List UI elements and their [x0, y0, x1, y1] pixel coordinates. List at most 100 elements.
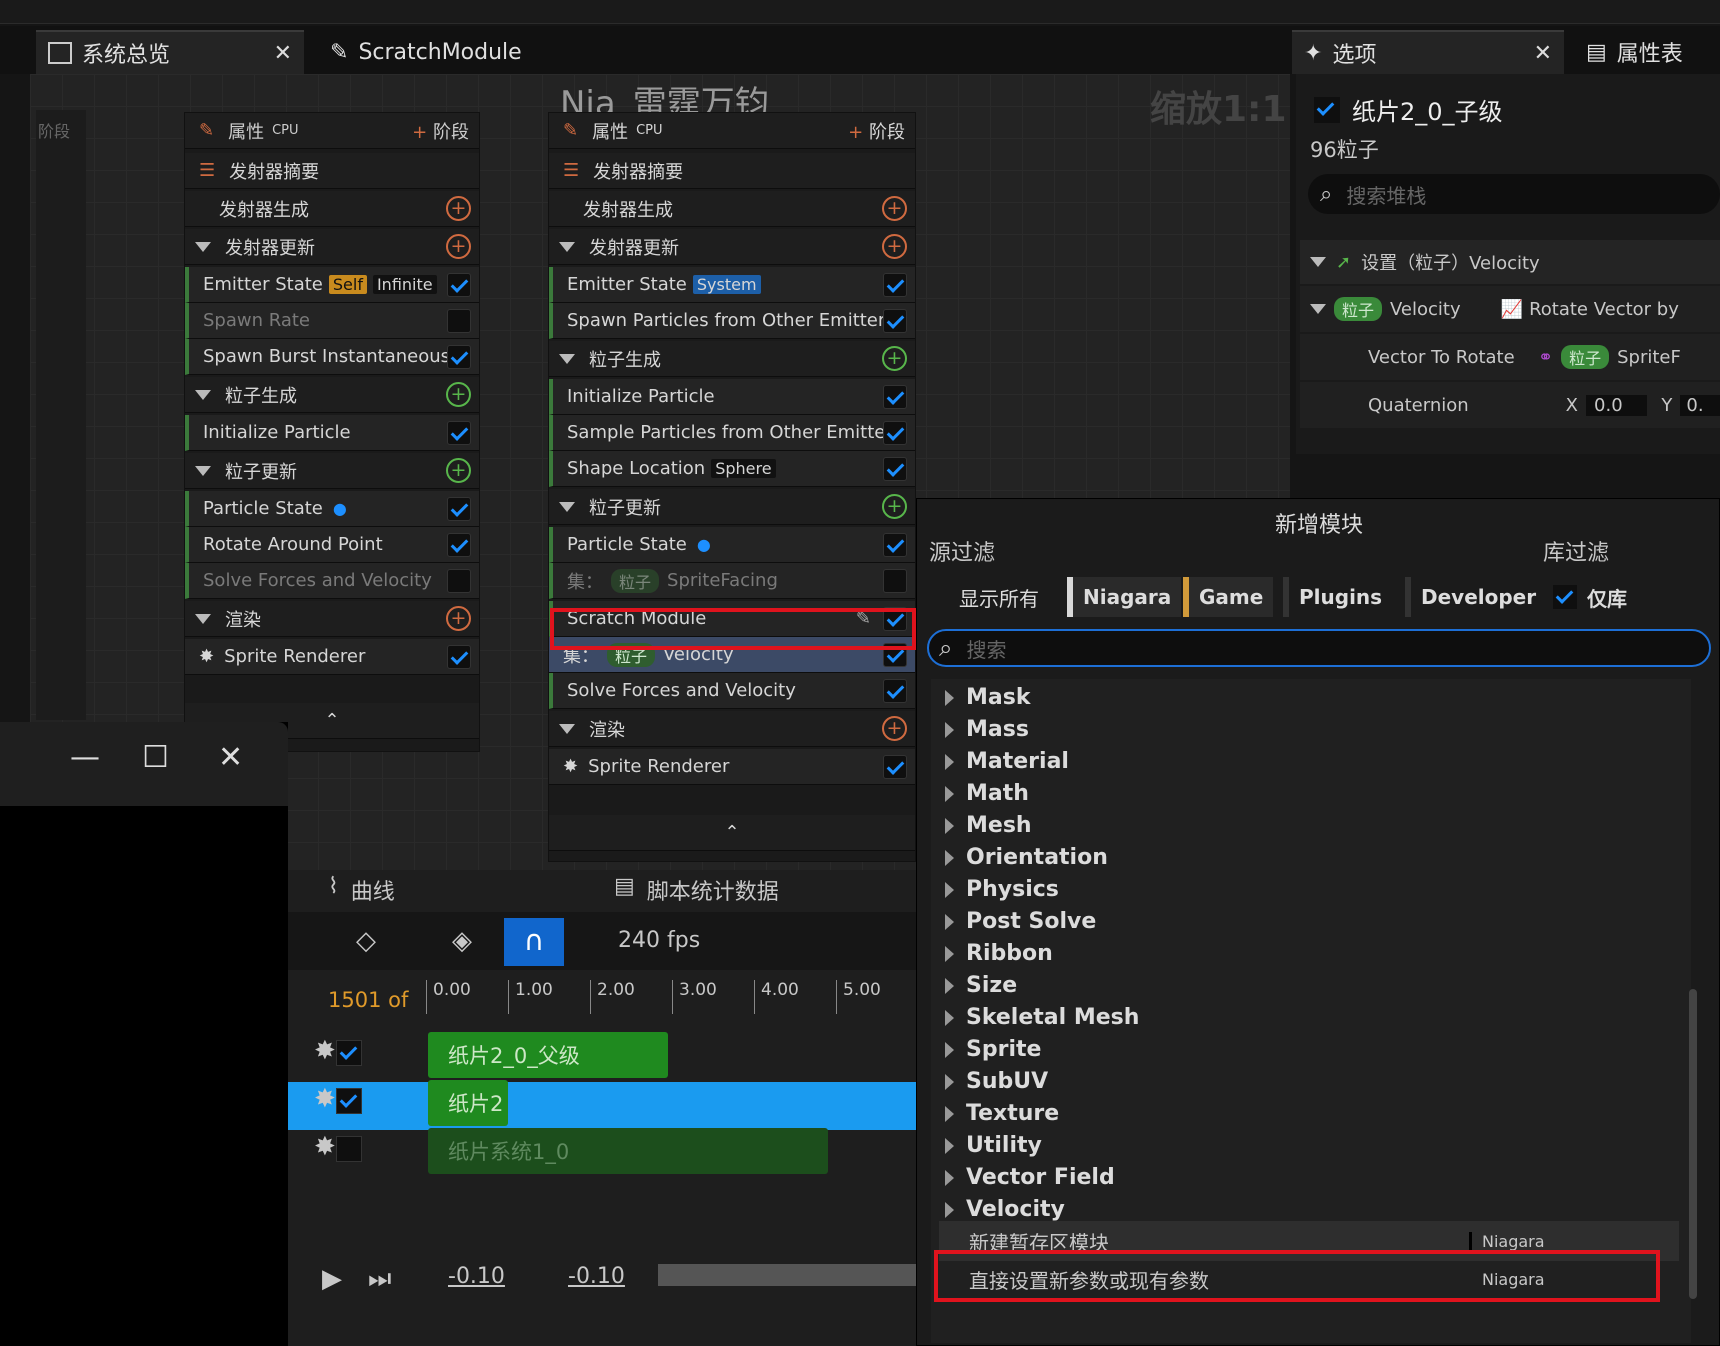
module-row[interactable]: Sample Particles from Other Emitter — [549, 415, 915, 451]
fps-select[interactable]: 240 fps — [618, 928, 700, 953]
add-icon[interactable]: + — [882, 196, 907, 221]
enable-checkbox[interactable] — [447, 309, 471, 333]
emitter-enable-checkbox[interactable] — [1314, 96, 1340, 123]
collapse-icon[interactable] — [559, 353, 575, 364]
module-row[interactable]: Spawn Rate — [185, 303, 479, 339]
snap-magnet-icon[interactable]: ∩ — [504, 918, 564, 966]
velocity-param-row[interactable]: 粒子 Velocity 📈 Rotate Vector by — [1300, 286, 1720, 332]
module-row[interactable]: Rotate Around Point — [185, 527, 479, 563]
category-material[interactable]: Material — [945, 749, 1069, 774]
category-utility[interactable]: Utility — [945, 1133, 1042, 1158]
quaternion-y-input[interactable]: 0. — [1680, 394, 1720, 416]
filter-niagara[interactable]: Niagara — [1067, 577, 1182, 617]
tab-system-overview[interactable]: 系统总览 ✕ — [36, 30, 304, 74]
add-icon[interactable]: + — [446, 606, 471, 631]
module-row[interactable]: Spawn Particles from Other Emitter — [549, 303, 915, 339]
summary-row[interactable]: ☰ 发射器摘要 — [185, 153, 479, 189]
emitter-update-row[interactable]: 发射器更新 + — [549, 229, 915, 265]
category-mass[interactable]: Mass — [945, 717, 1029, 742]
add-icon[interactable]: + — [882, 716, 907, 741]
category-physics[interactable]: Physics — [945, 877, 1059, 902]
summary-row[interactable]: ☰ 发射器摘要 — [549, 153, 915, 189]
collapse-icon[interactable] — [559, 501, 575, 512]
enable-checkbox[interactable] — [447, 533, 471, 557]
track-enable-checkbox[interactable] — [336, 1040, 362, 1066]
close-window-icon[interactable]: ✕ — [218, 740, 243, 775]
emitter-node-middle[interactable]: ✎ 属性 CPU + 阶段 ☰ 发射器摘要 发射器生成 + 发射器更新 + Emitter … — [548, 112, 916, 862]
module-row[interactable]: Emitter State Self Infinite — [185, 267, 479, 303]
particle-update-row[interactable]: 粒子更新 + — [185, 453, 479, 489]
category-texture[interactable]: Texture — [945, 1101, 1059, 1126]
emitter-update-row[interactable]: 发射器更新 + — [185, 229, 479, 265]
particle-spawn-row[interactable]: 粒子生成 + — [185, 377, 479, 413]
collapse-icon[interactable] — [195, 241, 211, 252]
add-icon[interactable]: + — [446, 382, 471, 407]
enable-checkbox[interactable] — [447, 273, 471, 297]
category-orientation[interactable]: Orientation — [945, 845, 1108, 870]
tab-curves[interactable]: ⌇ 曲线 — [328, 874, 395, 906]
category-skeletal-mesh[interactable]: Skeletal Mesh — [945, 1005, 1139, 1030]
category-mesh[interactable]: Mesh — [945, 813, 1032, 838]
track-bar[interactable]: 纸片2 — [428, 1080, 508, 1126]
category-math[interactable]: Math — [945, 781, 1029, 806]
category-ribbon[interactable]: Ribbon — [945, 941, 1053, 966]
enable-checkbox[interactable] — [883, 421, 907, 445]
close-icon[interactable]: ✕ — [274, 41, 292, 66]
quaternion-row[interactable]: Quaternion X 0.0 Y 0. — [1300, 382, 1720, 428]
enable-checkbox[interactable] — [883, 569, 907, 593]
collapse-node-button[interactable]: ⌃ — [549, 815, 915, 851]
category-subuv[interactable]: SubUV — [945, 1069, 1048, 1094]
track-enable-checkbox[interactable] — [336, 1136, 362, 1162]
module-row[interactable]: Spawn Burst Instantaneous — [185, 339, 479, 375]
add-icon[interactable]: + — [446, 196, 471, 221]
module-row[interactable]: Particle State ● — [185, 491, 479, 527]
enable-checkbox[interactable] — [883, 309, 907, 333]
filter-plugins[interactable]: Plugins — [1283, 577, 1392, 617]
stack-search-input[interactable]: ⌕ 搜索堆栈 — [1308, 174, 1720, 214]
collapse-icon[interactable] — [1310, 257, 1326, 267]
range-start[interactable]: -0.10 — [448, 1264, 505, 1289]
module-row[interactable]: Solve Forces and Velocity — [185, 563, 479, 599]
filter-developer[interactable]: Developer — [1405, 577, 1546, 617]
list-scrollbar[interactable] — [1689, 989, 1697, 1299]
add-stage-button[interactable]: + 阶段 — [412, 118, 469, 144]
tab-scratch-module[interactable]: ✎ ScratchModule — [318, 30, 534, 74]
add-icon[interactable]: + — [882, 494, 907, 519]
category-vector-field[interactable]: Vector Field — [945, 1165, 1115, 1190]
set-velocity-header[interactable]: ➚ 设置（粒子）Velocity — [1300, 240, 1720, 284]
step-end-icon[interactable]: ⏭ — [368, 1264, 391, 1295]
module-search-input[interactable]: ⌕ 搜索 — [927, 629, 1711, 667]
filter-game[interactable]: Game — [1183, 577, 1274, 617]
collapse-icon[interactable] — [559, 241, 575, 252]
emitter-spawn-row[interactable]: 发射器生成 + — [549, 191, 915, 227]
enable-checkbox[interactable] — [883, 755, 907, 779]
module-row[interactable]: Solve Forces and Velocity — [549, 673, 915, 709]
module-row[interactable]: Initialize Particle — [185, 415, 479, 451]
enable-checkbox[interactable] — [447, 421, 471, 445]
quaternion-x-input[interactable]: 0.0 — [1586, 394, 1648, 416]
add-stage-button[interactable]: + 阶段 — [848, 118, 905, 144]
enable-checkbox[interactable] — [883, 385, 907, 409]
render-row[interactable]: 渲染 + — [549, 711, 915, 747]
enable-checkbox[interactable] — [447, 645, 471, 669]
category-size[interactable]: Size — [945, 973, 1017, 998]
render-row[interactable]: 渲染 + — [185, 601, 479, 637]
enable-checkbox[interactable] — [447, 497, 471, 521]
collapse-icon[interactable] — [1310, 304, 1326, 314]
enable-checkbox[interactable] — [883, 533, 907, 557]
timeline-scrollbar[interactable] — [658, 1264, 916, 1286]
enable-checkbox[interactable] — [447, 569, 471, 593]
vector-to-rotate-row[interactable]: Vector To Rotate ⚭ 粒子 SpriteF — [1300, 334, 1720, 380]
collapse-icon[interactable] — [195, 465, 211, 476]
module-row[interactable]: Shape Location Sphere — [549, 451, 915, 487]
library-only-toggle[interactable]: 仅库 — [1543, 577, 1637, 617]
maximize-icon[interactable]: ☐ — [142, 740, 169, 775]
track-enable-checkbox[interactable] — [336, 1088, 362, 1114]
selected-track-row[interactable] — [288, 1082, 916, 1130]
collapse-icon[interactable] — [559, 723, 575, 734]
module-row[interactable]: ✸ Sprite Renderer — [185, 639, 479, 675]
add-icon[interactable]: + — [882, 346, 907, 371]
track-bar[interactable]: 纸片系统1_0 — [428, 1128, 828, 1174]
range-end[interactable]: -0.10 — [568, 1264, 625, 1289]
category-post-solve[interactable]: Post Solve — [945, 909, 1096, 934]
